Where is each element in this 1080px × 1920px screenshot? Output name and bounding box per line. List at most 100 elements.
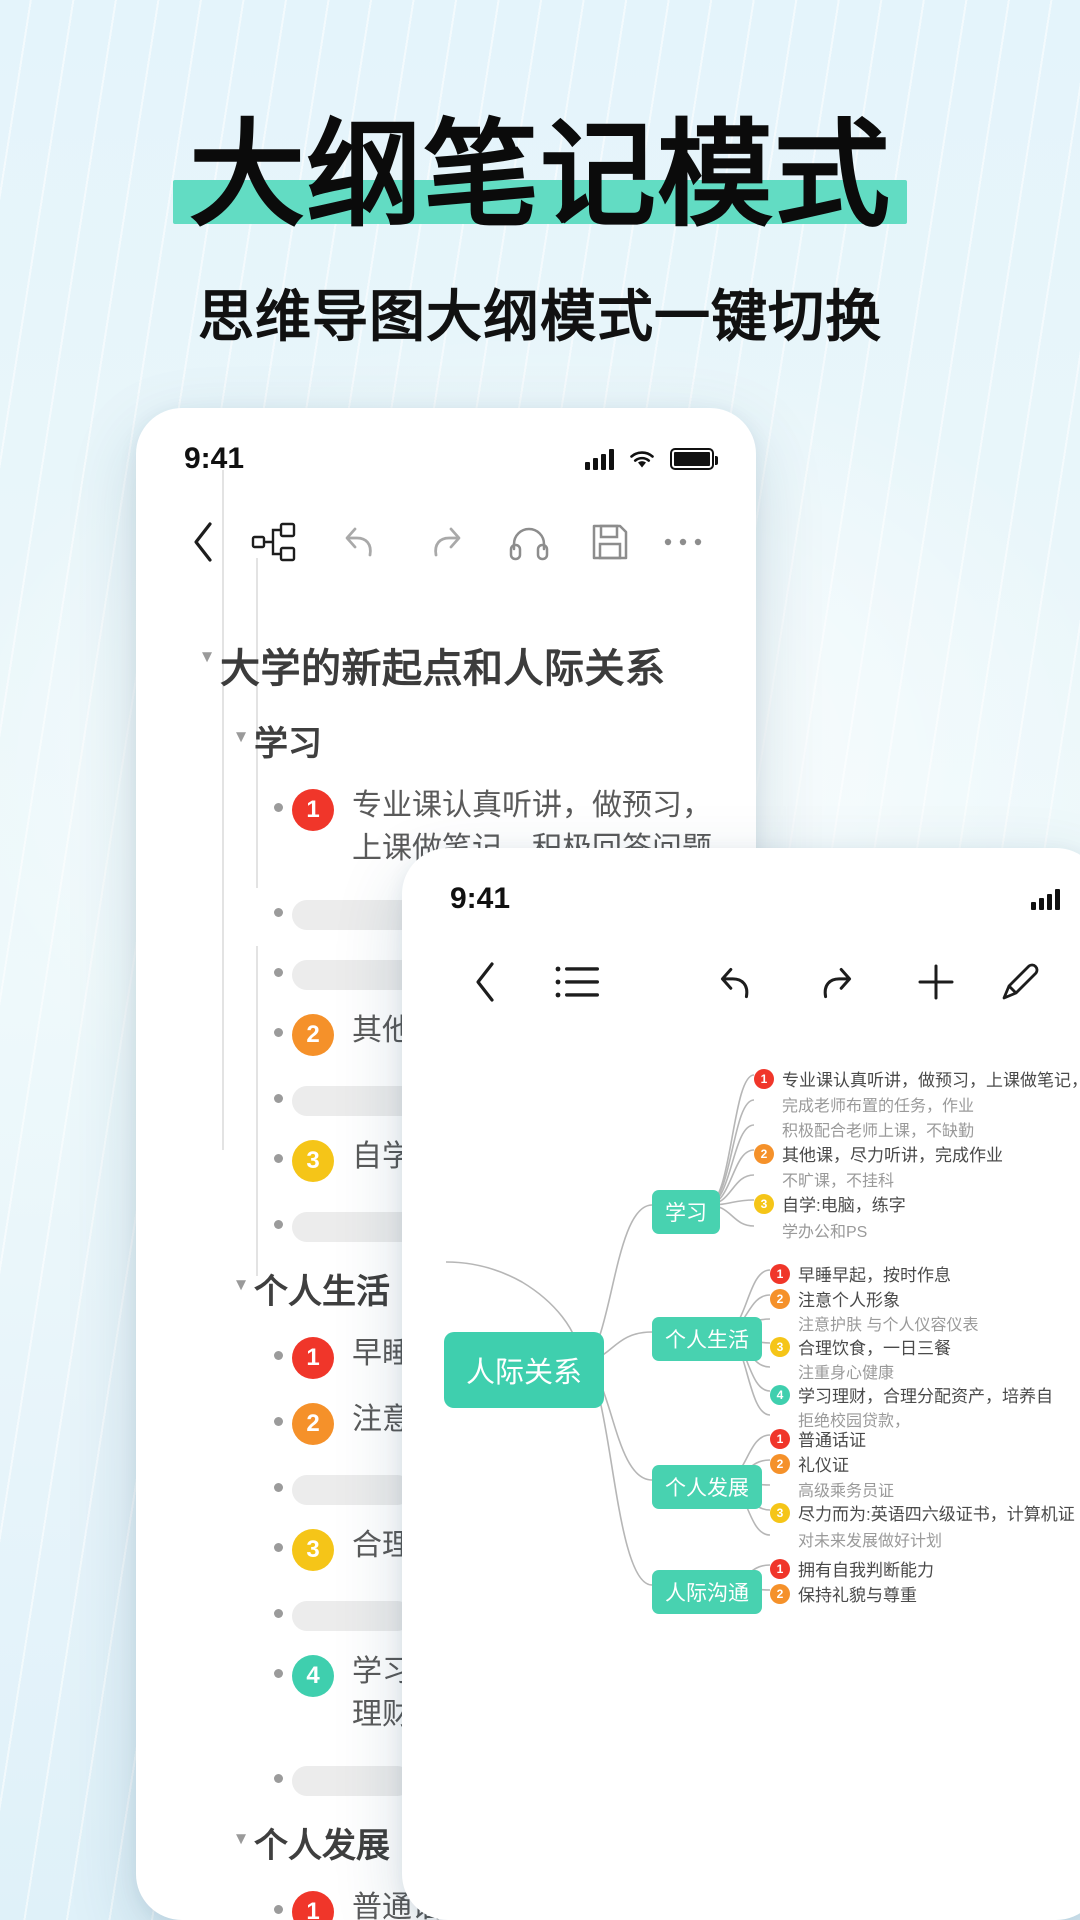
mindmap-leaf[interactable]: 2 礼仪证	[770, 1451, 849, 1476]
mindmap-leaf[interactable]: 2 注意个人形象	[770, 1286, 900, 1311]
priority-badge: 1	[770, 1428, 790, 1449]
bullet-icon	[264, 1397, 292, 1427]
mindmap-leaf-text: 注重身心健康	[798, 1365, 895, 1382]
undo-icon[interactable]	[317, 522, 403, 562]
mindmap-leaf[interactable]: 学办公和PS	[754, 1218, 867, 1242]
mindmap-leaf[interactable]: 1 专业课认真听讲，做预习，上课做笔记，	[754, 1066, 1080, 1091]
bullet-icon	[264, 1200, 292, 1230]
bullet-icon	[264, 1754, 292, 1784]
promo-headline: 大纲笔记模式	[0, 118, 1080, 234]
mindmap-leaf[interactable]: 不旷课，不挂科	[754, 1167, 894, 1191]
outline-section-row[interactable]: ▼ 学习	[136, 716, 756, 765]
title-wrap: 大纲笔记模式	[173, 118, 907, 234]
mindmap-leaf-text: 礼仪证	[798, 1456, 849, 1475]
status-bar-back: 9:41	[136, 408, 756, 476]
save-icon[interactable]	[570, 522, 651, 562]
bullet-icon	[264, 783, 292, 812]
outline-section-label: 个人生活	[254, 1273, 390, 1312]
chevron-down-icon[interactable]: ▼	[228, 716, 254, 745]
headphones-icon[interactable]	[489, 523, 570, 561]
mindmap-leaf[interactable]: 1 普通话证	[770, 1426, 866, 1451]
mindmap-leaf[interactable]: 3 合理饮食，一日三餐	[770, 1334, 951, 1359]
mindmap-leaf-text: 注意护肤 与个人仪容仪表	[798, 1317, 979, 1334]
priority-badge: 3	[292, 1140, 334, 1183]
mindmap-leaf-text: 尽力而为:英语四六级证书，计算机证	[798, 1505, 1075, 1524]
bullet-icon	[264, 1523, 292, 1553]
status-time: 9:41	[184, 442, 245, 475]
toolbar-back	[136, 494, 756, 590]
priority-badge: 1	[292, 1337, 334, 1380]
mindmap-leaf-text: 对未来发展做好计划	[798, 1533, 943, 1550]
mindmap-branch-node[interactable]: 个人发展	[652, 1465, 762, 1509]
outline-list-icon[interactable]	[522, 964, 634, 1000]
mindmap-leaf[interactable]: 注重身心健康	[770, 1359, 894, 1383]
add-icon[interactable]	[886, 960, 986, 1004]
mindmap-leaf[interactable]: 完成老师布置的任务，作业	[754, 1092, 974, 1116]
mindmap-branch-node[interactable]: 个人生活	[652, 1317, 762, 1361]
priority-badge: 1	[770, 1263, 790, 1284]
mindmap-leaf[interactable]: 2 其他课，尽力听讲，完成作业	[754, 1141, 1003, 1166]
redo-icon[interactable]	[403, 522, 489, 562]
back-icon[interactable]	[448, 960, 522, 1004]
toolbar-front	[402, 934, 1080, 1030]
priority-badge: 1	[770, 1558, 790, 1579]
bullet-icon	[264, 1331, 292, 1361]
mindmap-branch-node[interactable]: 学习	[652, 1190, 720, 1234]
priority-badge: 3	[292, 1529, 334, 1572]
mindmap-root-node[interactable]: 人际关系	[444, 1332, 605, 1408]
chevron-down-icon[interactable]: ▼	[228, 1264, 254, 1293]
undo-icon[interactable]	[686, 961, 786, 1003]
redo-icon[interactable]	[786, 961, 886, 1003]
priority-badge: 2	[770, 1583, 790, 1604]
bullet-icon	[264, 1649, 292, 1679]
bullet-icon	[264, 1463, 292, 1493]
bullet-icon	[264, 1134, 292, 1164]
wifi-icon	[630, 451, 654, 468]
mindmap-leaf[interactable]: 1 早睡早起，按时作息	[770, 1261, 951, 1286]
mindmap-leaf[interactable]: 对未来发展做好计划	[770, 1527, 942, 1551]
bullet-icon	[264, 1885, 292, 1915]
mindmap-leaf-text: 积极配合老师上课，不缺勤	[782, 1123, 975, 1140]
chevron-down-icon[interactable]: ▼	[228, 1818, 254, 1847]
bullet-icon	[264, 1589, 292, 1619]
mindmap-leaf[interactable]: 3 自学:电脑，练字	[754, 1191, 906, 1216]
mindmap-leaf-text: 学习理财，合理分配资产，培养自	[798, 1387, 1053, 1406]
mindmap-canvas[interactable]: 人际关系 学习 个人生活 个人发展 人际沟通 1 专业课认真听讲，做预习，上课做…	[402, 1030, 1080, 1790]
priority-badge: 3	[754, 1193, 774, 1214]
more-icon[interactable]	[650, 536, 716, 548]
mindmap-leaf-text: 合理饮食，一日三餐	[798, 1339, 951, 1358]
mindmap-icon[interactable]	[230, 521, 316, 563]
signal-bars-icon	[585, 448, 614, 470]
mindmap-leaf-text: 不旷课，不挂科	[782, 1173, 895, 1190]
priority-badge: 1	[292, 1891, 334, 1920]
mindmap-leaf[interactable]: 1 拥有自我判断能力	[770, 1556, 934, 1581]
mindmap-leaf-text: 专业课认真听讲，做预习，上课做笔记，	[782, 1071, 1080, 1090]
mindmap-leaf[interactable]: 3 尽力而为:英语四六级证书，计算机证	[770, 1500, 1075, 1525]
priority-badge: 3	[770, 1502, 790, 1523]
style-brush-icon[interactable]	[986, 960, 1056, 1004]
mindmap-leaf[interactable]: 积极配合老师上课，不缺勤	[754, 1117, 974, 1141]
outline-root-label: 大学的新起点和人际关系	[220, 647, 666, 691]
priority-badge: 2	[770, 1453, 790, 1474]
mindmap-leaf-text: 其他课，尽力听讲，完成作业	[782, 1146, 1003, 1165]
mindmap-branch-node[interactable]: 人际沟通	[652, 1570, 762, 1614]
status-indicators	[585, 448, 718, 470]
outline-section-label: 学习	[254, 725, 322, 763]
mindmap-leaf-text: 普通话证	[798, 1431, 866, 1450]
mindmap-leaf[interactable]: 注意护肤 与个人仪容仪表	[770, 1311, 978, 1335]
placeholder-bar	[292, 1475, 412, 1506]
mindmap-leaf[interactable]: 4 学习理财，合理分配资产，培养自	[770, 1382, 1053, 1407]
page-title: 大纲笔记模式	[189, 108, 891, 243]
mindmap-leaf-text: 早睡早起，按时作息	[798, 1266, 951, 1285]
mindmap-leaf[interactable]: 2 保持礼貌与尊重	[770, 1581, 917, 1606]
page-subtitle: 思维导图大纲模式一键切换	[198, 285, 882, 350]
mindmap-leaf-text: 学办公和PS	[782, 1224, 868, 1241]
mindmap-leaf-text: 完成老师布置的任务，作业	[782, 1098, 975, 1115]
bullet-icon	[264, 1074, 292, 1104]
mindmap-leaf[interactable]: 高级乘务员证	[770, 1477, 894, 1501]
mindmap-leaf-text: 注意个人形象	[798, 1291, 900, 1310]
priority-badge: 2	[292, 1014, 334, 1057]
bullet-icon	[264, 948, 292, 978]
chevron-down-icon[interactable]: ▼	[194, 636, 220, 665]
outline-root-row[interactable]: ▼ 大学的新起点和人际关系	[136, 636, 756, 694]
